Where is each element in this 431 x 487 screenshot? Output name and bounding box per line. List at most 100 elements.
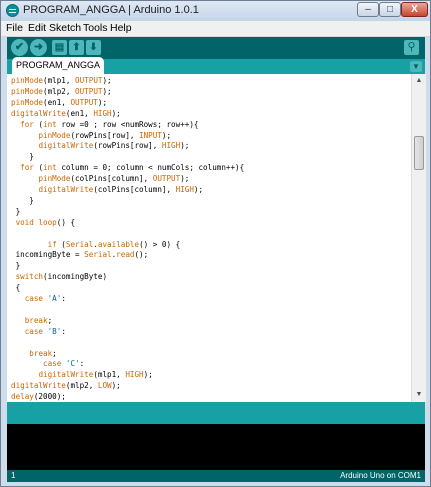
- code-token: Serial: [65, 239, 94, 249]
- scroll-up-arrow-icon[interactable]: ▲: [414, 76, 424, 86]
- code-token: (rowPins[row],: [70, 130, 140, 140]
- minimize-button[interactable]: –: [357, 2, 379, 17]
- code-token: (mlp2,: [43, 86, 76, 96]
- code-token: (incomingByte): [43, 272, 108, 282]
- code-token: (: [33, 119, 44, 129]
- code-token: for: [20, 163, 34, 173]
- code-editor[interactable]: pinMode(mlp1, OUTPUT); pinMode(mlp2, OUTP…: [7, 74, 411, 402]
- message-area: [7, 402, 425, 424]
- code-token: HIGH: [161, 141, 181, 151]
- code-line: digitalWrite(rowPins[row], HIGH);: [11, 141, 189, 150]
- code-token: pinMode: [38, 130, 71, 140]
- code-token: :: [79, 359, 85, 369]
- code-token: );: [180, 141, 190, 151]
- arduino-logo-icon: [6, 4, 19, 17]
- window-title: PROGRAM_ANGGA | Arduino 1.0.1: [23, 4, 199, 16]
- close-button[interactable]: X: [401, 2, 428, 17]
- code-token: );: [111, 381, 121, 391]
- code-token: (colPins[column],: [93, 185, 176, 194]
- menu-edit[interactable]: Edit: [28, 22, 46, 34]
- code-line: }: [11, 207, 21, 216]
- vertical-scrollbar[interactable]: ▲ ▼: [411, 74, 426, 402]
- arrow-down-icon: ⬇: [89, 42, 98, 53]
- code-token: break: [24, 315, 48, 325]
- code-token: pinMode: [11, 76, 44, 85]
- code-token: ;: [47, 315, 53, 325]
- code-token: () {: [56, 217, 76, 227]
- code-token: );: [97, 97, 108, 107]
- new-button[interactable]: ▤: [52, 40, 67, 55]
- code-token: incomingByte =: [11, 250, 85, 260]
- code-token: (colPins[column],: [70, 174, 153, 184]
- code-line: pinMode(en1, OUTPUT);: [11, 98, 107, 107]
- triangle-down-icon: ▼: [412, 62, 420, 71]
- tab-program-angga[interactable]: PROGRAM_ANGGA: [12, 57, 104, 74]
- code-token: );: [180, 174, 190, 184]
- code-token: ();: [134, 250, 149, 260]
- code-token: int: [43, 119, 57, 129]
- code-token: loop: [38, 217, 57, 227]
- code-token: row =0 ; row <numRows; row++){: [56, 119, 199, 129]
- tab-bar: PROGRAM_ANGGA ▼: [7, 57, 425, 74]
- new-file-icon: ▤: [54, 42, 65, 53]
- code-line: pinMode(rowPins[row], INPUT);: [11, 131, 171, 140]
- code-token: pinMode: [38, 174, 71, 184]
- code-token: OUTPUT: [70, 97, 98, 107]
- code-token: pinMode: [11, 86, 44, 96]
- code-line: if (Serial.available() > 0) {: [11, 239, 181, 249]
- code-token: (rowPins[row],: [93, 141, 162, 151]
- open-button[interactable]: ⬆: [69, 40, 84, 55]
- code-token: }: [11, 261, 21, 271]
- tab-menu-button[interactable]: ▼: [410, 61, 422, 72]
- title-bar[interactable]: PROGRAM_ANGGA | Arduino 1.0.1 – □ X: [1, 1, 430, 21]
- upload-button[interactable]: ➜: [30, 39, 47, 56]
- scroll-down-arrow-icon[interactable]: ▼: [414, 390, 424, 400]
- code-line: case 'A':: [11, 294, 66, 303]
- code-token: Serial: [84, 250, 112, 260]
- line-number: 1: [11, 471, 16, 480]
- verify-button[interactable]: ✔: [11, 39, 28, 56]
- menu-tools[interactable]: Tools: [83, 22, 108, 34]
- code-token: INPUT: [139, 130, 162, 140]
- serial-monitor-button[interactable]: ⚲: [404, 40, 419, 55]
- code-token: LOW: [97, 381, 112, 391]
- code-token: void: [15, 217, 34, 227]
- code-token: HIGH: [175, 185, 194, 194]
- code-token: (en1,: [43, 97, 71, 107]
- code-token: if: [47, 239, 57, 249]
- code-token: (mlp2,: [65, 381, 98, 391]
- code-token: OUTPUT: [75, 76, 103, 85]
- menu-help[interactable]: Help: [110, 22, 132, 34]
- menu-file[interactable]: File: [6, 22, 23, 34]
- code-token: );: [102, 86, 112, 96]
- code-token: switch: [15, 272, 44, 282]
- code-line: break;: [11, 316, 52, 325]
- code-line: digitalWrite(mlp2, LOW);: [11, 381, 121, 390]
- code-token: case: [24, 294, 44, 303]
- code-token: );: [111, 108, 121, 118]
- code-token: {: [11, 283, 21, 293]
- code-token: (: [33, 163, 44, 173]
- board-port-label: Arduino Uno on COM1: [340, 471, 421, 480]
- scrollbar-thumb[interactable]: [414, 136, 424, 170]
- code-line: pinMode(colPins[column], OUTPUT);: [11, 174, 189, 183]
- code-token: );: [193, 185, 204, 194]
- code-token: HIGH: [93, 108, 112, 118]
- code-token: digitalWrite: [38, 141, 94, 151]
- magnifier-icon: ⚲: [407, 41, 416, 53]
- maximize-button[interactable]: □: [379, 2, 401, 17]
- console-output[interactable]: [7, 424, 425, 470]
- menu-sketch[interactable]: Sketch: [49, 22, 81, 34]
- code-token: (: [56, 239, 66, 249]
- menu-bar: File Edit Sketch Tools Help: [1, 21, 430, 37]
- code-token: read: [116, 250, 135, 260]
- save-button[interactable]: ⬇: [86, 40, 101, 55]
- code-line: }: [11, 196, 34, 205]
